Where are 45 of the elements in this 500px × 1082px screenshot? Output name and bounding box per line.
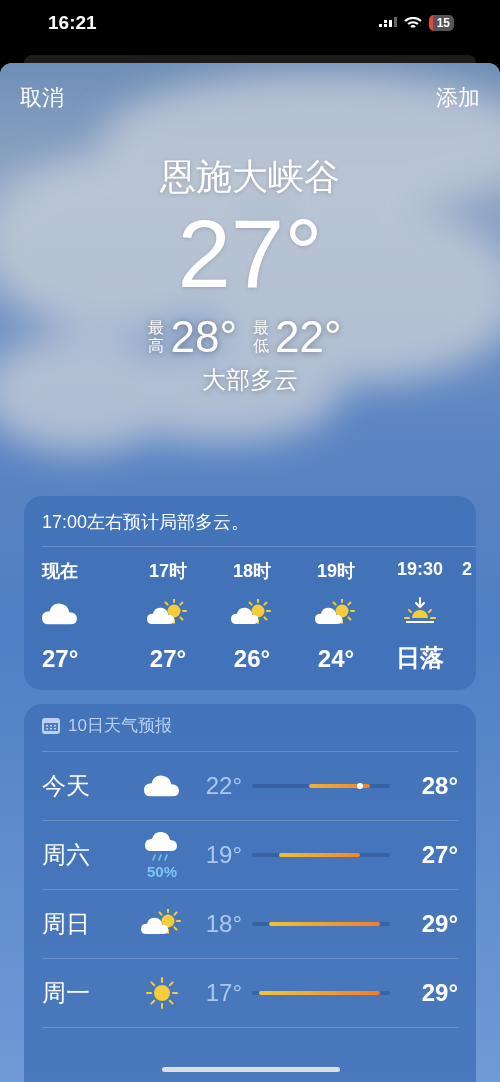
hour-label: 17时	[149, 560, 187, 583]
low-temperature: 22°	[275, 312, 342, 362]
low-temperature: 19°	[204, 841, 242, 869]
day-name: 今天	[42, 771, 91, 801]
hour-label: 现在	[42, 560, 78, 583]
city-name: 恩施大峡谷	[160, 155, 340, 199]
rain-cloud-icon	[145, 830, 179, 863]
calendar-icon	[42, 717, 60, 734]
cloud-icon	[144, 774, 180, 798]
wifi-icon	[403, 16, 422, 30]
hour-temperature: 24°	[317, 645, 355, 673]
cloud-icon	[42, 602, 78, 626]
day-name: 周一	[42, 978, 91, 1008]
day-name: 周六	[42, 840, 91, 870]
add-button[interactable]: 添加	[436, 83, 480, 113]
hour-label: 2	[462, 559, 472, 580]
hour-temperature: 26°	[233, 645, 271, 673]
sunset-icon	[402, 596, 438, 626]
high-label: 最高	[148, 319, 165, 355]
low-temperature: 18°	[204, 910, 242, 938]
high-temperature: 28°	[170, 312, 237, 362]
forecast-summary: 17:00左右预计局部多云。	[42, 510, 476, 547]
hour-label: 18时	[233, 560, 271, 583]
sun-icon	[145, 976, 179, 1010]
precipitation-chance: 50%	[147, 862, 177, 880]
daily-forecast-title: 10日天气预报	[68, 715, 172, 737]
low-temperature: 22°	[204, 772, 242, 800]
cancel-button[interactable]: 取消	[20, 83, 64, 113]
current-temperature: 27°	[177, 206, 323, 302]
hour-temperature: 27°	[149, 645, 187, 673]
low-label: 最低	[253, 319, 269, 355]
hour-temperature: 日落	[396, 643, 444, 673]
low-temperature: 17°	[204, 979, 242, 1007]
weather-condition: 大部多云	[202, 365, 298, 395]
high-temperature: 27°	[420, 841, 458, 869]
hour-temperature: 27°	[42, 645, 79, 673]
hour-label: 19时	[317, 560, 355, 583]
status-time: 16:21	[48, 12, 97, 34]
high-temperature: 29°	[420, 910, 458, 938]
high-temperature: 28°	[420, 772, 458, 800]
signal-icon	[378, 17, 397, 29]
day-name: 周日	[42, 909, 91, 939]
battery-indicator: 15	[428, 15, 454, 31]
hour-label: 19:30	[396, 559, 443, 580]
high-temperature: 29°	[420, 979, 458, 1007]
